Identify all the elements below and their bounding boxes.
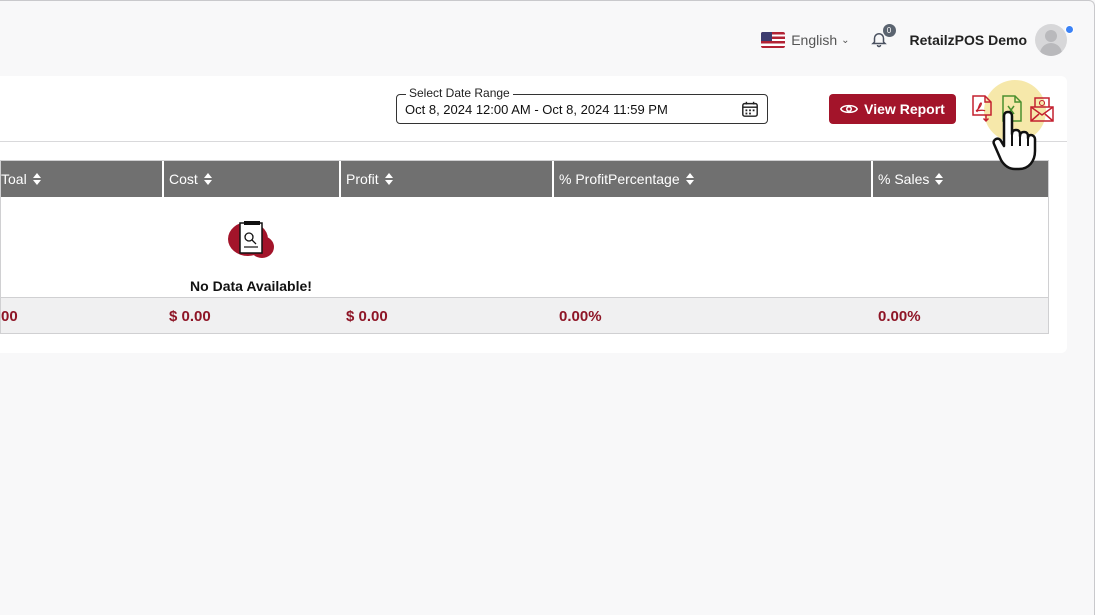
divider [0,141,1067,142]
calendar-icon[interactable] [741,100,759,118]
view-report-label: View Report [864,101,945,117]
date-range-value[interactable]: Oct 8, 2024 12:00 AM - Oct 8, 2024 11:59… [405,102,668,117]
table-totals-row: 00 $ 0.00 $ 0.00 0.00% 0.00% [1,297,1048,333]
hand-pointer-icon [992,110,1037,171]
column-label: Profit [346,171,379,187]
sort-icon[interactable] [685,172,695,186]
sales-percentage-total: 0.00% [878,307,921,325]
column-label: Cost [169,171,198,187]
language-label: English [791,32,838,48]
avatar[interactable] [1035,24,1067,56]
chevron-down-icon: ⌄ [841,34,850,46]
language-selector[interactable]: English ⌄ [761,32,850,48]
empty-state-message: No Data Available! [190,278,312,294]
column-label: % ProfitPercentage [559,171,680,187]
date-range-picker[interactable]: Select Date Range Oct 8, 2024 12:00 AM -… [396,86,768,124]
no-data-icon [228,221,274,258]
column-label: Toal [1,171,27,187]
total-value: 00 [1,307,18,325]
profit-percentage-total: 0.00% [559,307,602,325]
view-report-button[interactable]: View Report [829,94,956,124]
empty-state: No Data Available! [151,217,351,294]
online-status-dot [1065,25,1074,34]
notification-count-badge: 0 [882,24,896,37]
sort-icon[interactable] [203,172,213,186]
report-table: Toal Cost Profit % ProfitPercentage % Sa… [0,160,1049,334]
cost-total: $ 0.00 [169,307,211,325]
sort-icon[interactable] [32,172,42,186]
date-range-label: Select Date Range [406,86,513,100]
column-header-profit[interactable]: Profit [341,161,554,197]
user-name[interactable]: RetailzPOS Demo [910,32,1027,48]
column-label: % Sales [878,171,930,187]
top-bar: English ⌄ 0 RetailzPOS Demo [761,22,1067,58]
table-header: Toal Cost Profit % ProfitPercentage % Sa… [1,161,1048,197]
sort-icon[interactable] [384,172,394,186]
profit-total: $ 0.00 [346,307,388,325]
notification-bell-icon[interactable]: 0 [870,24,896,50]
eye-icon [840,104,859,114]
column-header-cost[interactable]: Cost [164,161,341,197]
us-flag-icon [761,32,786,48]
column-header-total[interactable]: Toal [1,161,164,197]
column-header-profit-percentage[interactable]: % ProfitPercentage [554,161,873,197]
sort-icon[interactable] [934,172,944,186]
